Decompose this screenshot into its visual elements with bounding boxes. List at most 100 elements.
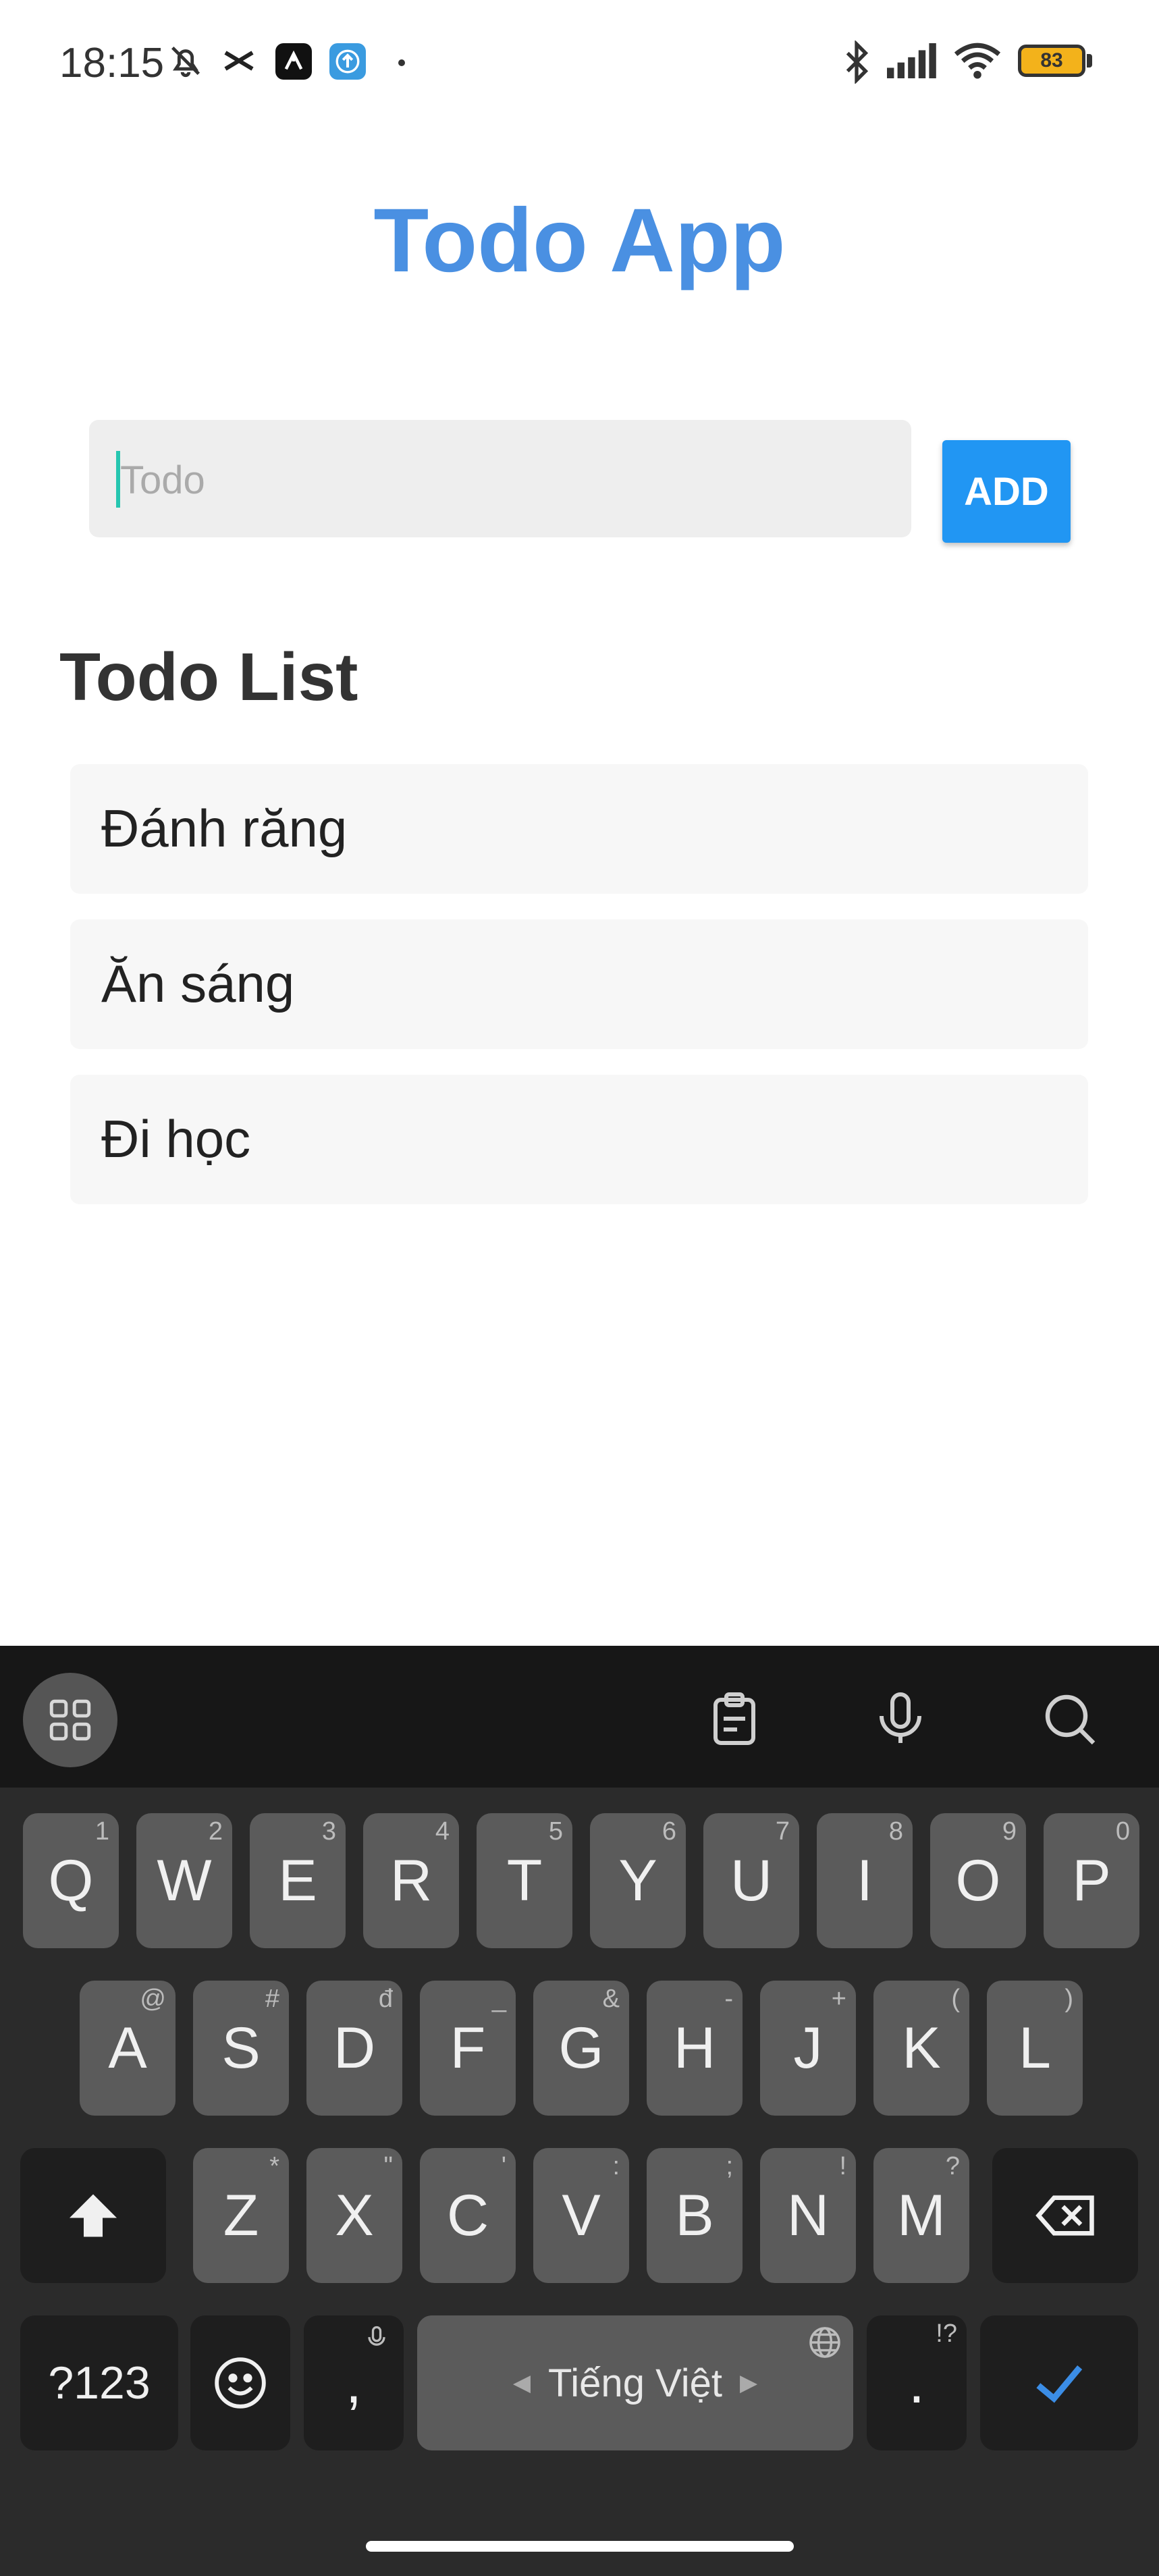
key-z[interactable]: Z * [193,2148,289,2283]
grid-icon[interactable] [23,1673,117,1767]
key-x[interactable]: X " [306,2148,402,2283]
space-left-arrow-icon: ◀ [512,2370,531,2396]
shift-key[interactable] [20,2148,166,2283]
globe-icon [809,2327,840,2358]
key-label: J [793,2015,823,2081]
key-m[interactable]: M? [873,2148,969,2283]
home-indicator[interactable] [366,2541,794,2552]
key-hint: @ [140,1985,166,2013]
bell-off-icon [171,46,200,78]
key-v[interactable]: V: [533,2148,629,2283]
key-g[interactable]: G & [533,1981,629,2116]
key-hint: " [383,2152,394,2180]
key-hint: ( [951,1985,960,2013]
key-hint: & [602,1985,620,2013]
key-y[interactable]: Y6 [590,1813,686,1948]
key-hint: đ [378,1985,393,2013]
clipboard-icon[interactable] [702,1686,767,1751]
key-f[interactable]: F _ [420,1981,516,2116]
list-item-label: Ăn sáng [101,954,295,1013]
symbols-key[interactable]: ?123 [20,2315,178,2450]
key-hint: 0 [1115,1817,1130,1846]
key-label: Y [618,1848,657,1913]
app-icon [275,43,312,80]
key-label: F [450,2015,486,2081]
emoji-icon [215,2357,266,2409]
signal-icon [887,43,936,78]
key-label: L [1019,2015,1051,2081]
key-n[interactable]: N! [760,2148,856,2283]
key-d[interactable]: Dđ [306,1981,402,2116]
search-icon[interactable] [1037,1686,1102,1751]
key-o[interactable]: O9 [930,1813,1026,1948]
key-hint: _ [491,1985,506,2013]
key-label: G [558,2015,604,2081]
key-hint: * [269,2152,279,2180]
enter-key[interactable] [980,2315,1138,2450]
list-item-label: Đánh răng [101,799,348,858]
key-label: E [278,1848,317,1913]
key-hint: 6 [662,1817,676,1846]
key-j[interactable]: J + [760,1981,856,2116]
list-item[interactable]: Đánh răng [70,764,1088,894]
microphone-icon[interactable] [868,1686,933,1751]
key-label: O [955,1848,1001,1913]
key-hint: ' [501,2152,506,2180]
key-label: S [221,2015,261,2081]
key-hint: 8 [888,1817,903,1846]
comma-key-label: , [346,2350,362,2415]
key-e[interactable]: E3 [250,1813,346,1948]
key-t[interactable]: T5 [477,1813,572,1948]
key-w[interactable]: W2 [136,1813,232,1948]
key-label: A [108,2015,147,2081]
comma-key[interactable]: , [304,2315,404,2450]
key-label: N [786,2182,830,2248]
key-hint: 1 [95,1817,109,1846]
todo-input-placeholder: Todo [120,458,205,502]
key-hint: ; [726,2152,733,2180]
todo-list-title: Todo List [59,639,358,715]
capcut-icon [224,51,254,71]
key-hint: 9 [1002,1817,1017,1846]
wifi-icon [954,43,1001,79]
key-label: K [902,2015,941,2081]
key-q[interactable]: Q1 [23,1813,119,1948]
key-hint: - [724,1985,733,2013]
period-key-label: . [909,2350,925,2415]
keyboard-toolbar [0,1646,1159,1788]
app-title: Todo App [373,190,786,291]
key-hint: 3 [321,1817,336,1846]
key-r[interactable]: R4 [363,1813,459,1948]
key-i[interactable]: I8 [817,1813,913,1948]
key-p[interactable]: P0 [1044,1813,1139,1948]
key-label: I [857,1848,873,1913]
key-c[interactable]: C ' [420,2148,516,2283]
list-item[interactable]: Ăn sáng [70,919,1088,1049]
checkmark-icon [1036,2365,1083,2403]
bluetooth-icon [846,41,869,84]
key-l[interactable]: L) [987,1981,1083,2116]
key-a[interactable]: A @ [80,1981,176,2116]
key-s[interactable]: S # [193,1981,289,2116]
add-button[interactable]: ADD [942,440,1071,543]
key-hint: ) [1064,1985,1073,2013]
status-bar: 18:15 83 [0,0,1159,122]
emoji-key[interactable] [190,2315,290,2450]
key-label: P [1072,1848,1111,1913]
space-key-label: Tiếng Việt [548,2361,722,2405]
backspace-key[interactable] [992,2148,1138,2283]
list-item[interactable]: Đi học [70,1075,1088,1204]
todo-input[interactable]: Todo [89,420,911,537]
space-key[interactable]: ◀ Tiếng Việt ▶ [417,2315,853,2450]
key-b[interactable]: B; [647,2148,743,2283]
key-k[interactable]: K( [873,1981,969,2116]
symbols-key-label: ?123 [48,2357,151,2409]
shift-icon [70,2194,117,2237]
key-label: H [673,2015,716,2081]
period-key[interactable]: . !? [867,2315,967,2450]
key-label: Z [223,2182,259,2248]
key-u[interactable]: U7 [703,1813,799,1948]
backspace-icon [1035,2195,1094,2236]
key-h[interactable]: H- [647,1981,743,2116]
key-hint: ? [945,2152,960,2180]
